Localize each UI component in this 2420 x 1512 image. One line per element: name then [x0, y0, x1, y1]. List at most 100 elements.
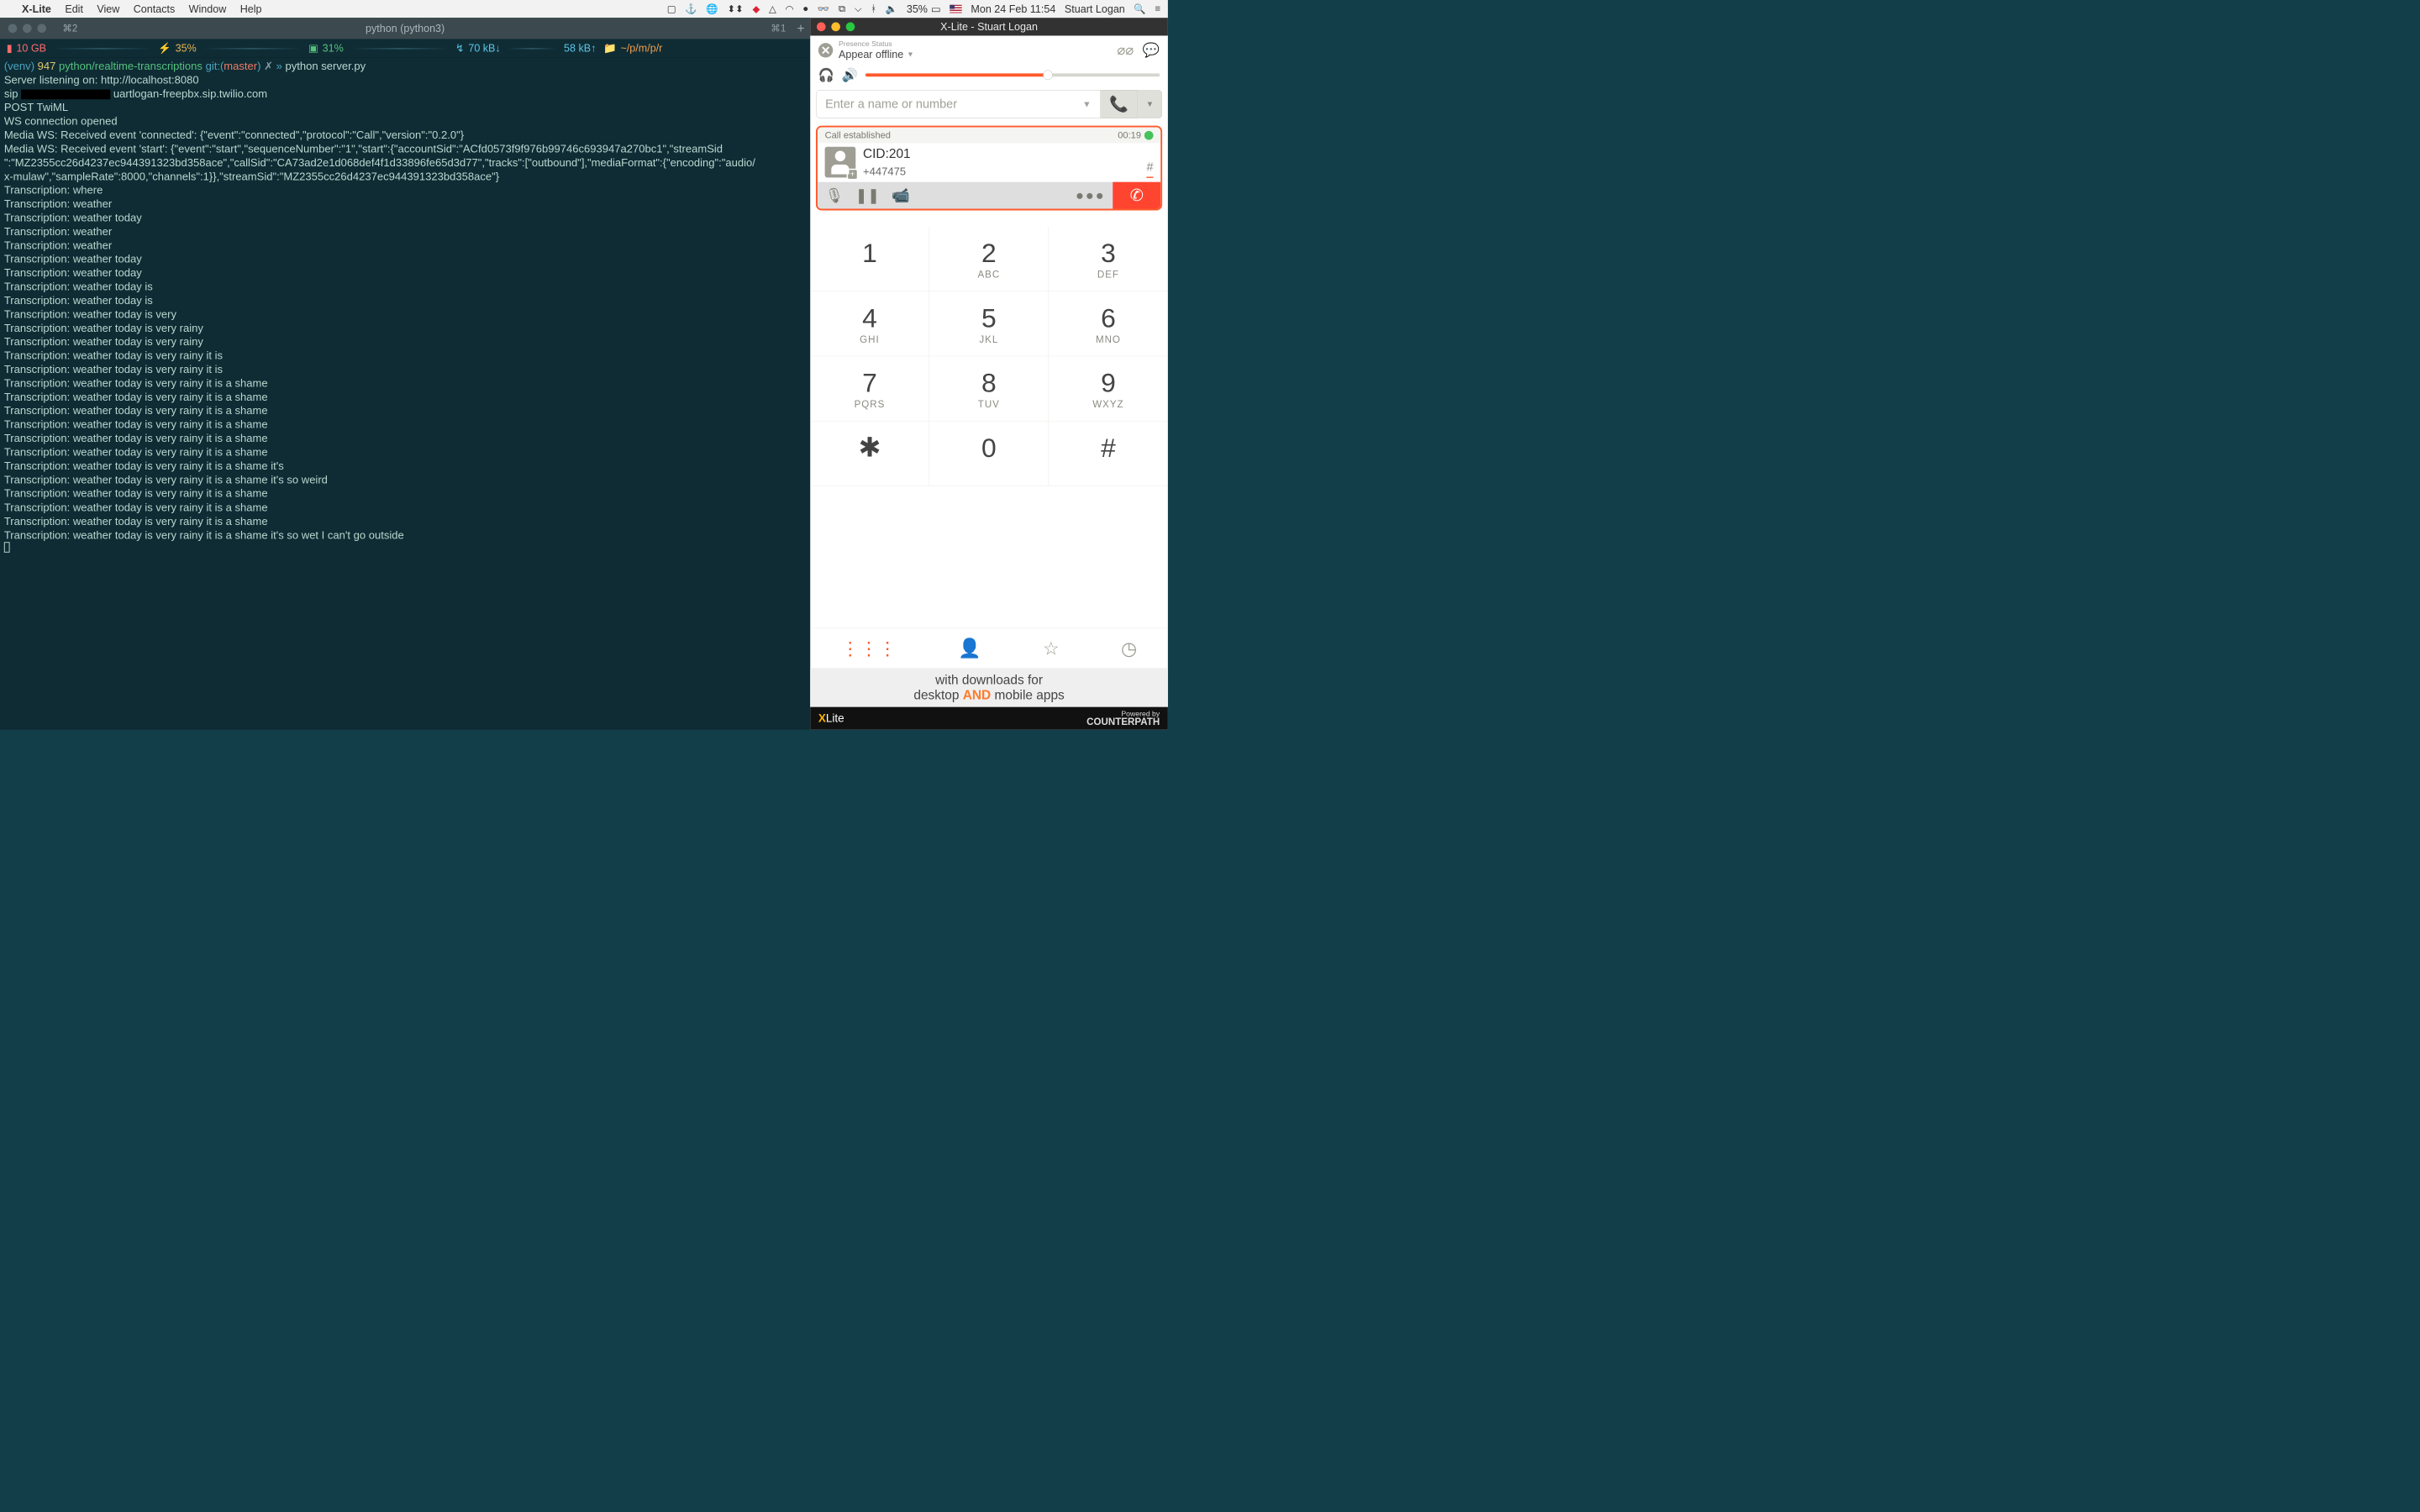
- dialpad-key-7[interactable]: 7PQRS: [810, 356, 929, 421]
- volume-slider[interactable]: [865, 73, 1160, 76]
- sparkline: [54, 43, 151, 53]
- bluetooth-icon[interactable]: ᚼ: [871, 3, 876, 15]
- caller-avatar: +: [825, 147, 856, 178]
- dialpad-key-0[interactable]: 0: [929, 421, 1049, 486]
- hash-indicator: #: [1146, 160, 1153, 178]
- caller-id: CID:201: [863, 146, 911, 161]
- docker-icon[interactable]: ⚓: [685, 3, 697, 15]
- call-status: Call established: [825, 129, 891, 140]
- call-options-dropdown[interactable]: ▼: [1138, 90, 1162, 118]
- hold-button[interactable]: ❚❚: [850, 182, 884, 209]
- active-call-card: Call established 00:19 + CID:201 +447475…: [816, 126, 1162, 211]
- wifi-icon[interactable]: ⌵: [855, 3, 862, 15]
- caller-number: +447475: [863, 165, 911, 178]
- terminal-window: ⌘2 python (python3) ⌘1 + ▮10 GB ⚡35% ▣31…: [0, 18, 810, 729]
- menu-help[interactable]: Help: [240, 3, 262, 15]
- dial-placeholder: Enter a name or number: [825, 97, 957, 111]
- xlite-window: X-Lite - Stuart Logan Presence Status Ap…: [810, 18, 1168, 729]
- notification-icon[interactable]: ◆: [752, 3, 760, 15]
- clock[interactable]: Mon 24 Feb 11:54: [971, 3, 1055, 15]
- volume-icon[interactable]: 🔈: [886, 3, 897, 15]
- minimize-icon[interactable]: [831, 23, 840, 32]
- glasses-icon[interactable]: 👓: [818, 3, 829, 15]
- stat-cpu: ▣31%: [308, 42, 344, 55]
- sparkline: [508, 43, 556, 53]
- call-button[interactable]: 📞: [1101, 90, 1138, 118]
- stat-disk: ▮10 GB: [7, 42, 46, 55]
- flag-icon[interactable]: [950, 5, 961, 13]
- promo-banner: with downloads for desktop AND mobile ap…: [810, 668, 1168, 706]
- sparkline: [350, 43, 448, 53]
- tab-favorites[interactable]: ☆: [1043, 637, 1060, 659]
- dialpad: 1 2ABC3DEF4GHI5JKL6MNO7PQRS8TUV9WXYZ✱ 0 …: [810, 227, 1168, 486]
- dialpad-key-5[interactable]: 5JKL: [929, 291, 1049, 356]
- chat-icon[interactable]: 💬: [1143, 42, 1160, 58]
- video-button[interactable]: 📹: [884, 182, 918, 209]
- dialpad-key-3[interactable]: 3DEF: [1049, 227, 1168, 291]
- headphones-icon[interactable]: ◠: [786, 3, 794, 15]
- menu-edit[interactable]: Edit: [65, 3, 83, 15]
- terminal-traffic-lights[interactable]: [8, 24, 46, 33]
- close-icon[interactable]: [817, 23, 826, 32]
- chevron-down-icon: ▼: [907, 50, 914, 59]
- call-active-icon: [1144, 131, 1154, 140]
- stat-path: 📁~/p/m/p/r: [603, 42, 662, 55]
- stat-net-up: 58 kB↑: [564, 42, 596, 55]
- user-name[interactable]: Stuart Logan: [1065, 3, 1125, 15]
- dialpad-key-6[interactable]: 6MNO: [1049, 291, 1168, 356]
- terminal-new-tab[interactable]: +: [797, 21, 804, 36]
- xlite-traffic-lights[interactable]: [817, 23, 855, 32]
- cursor-icon: [4, 542, 10, 553]
- hangup-button[interactable]: ✆: [1113, 182, 1160, 209]
- spotlight-icon[interactable]: 🔍: [1134, 3, 1145, 15]
- stat-battery: ⚡35%: [158, 42, 197, 55]
- bottom-tabbar: ⋮⋮⋮ 👤 ☆ ◷: [810, 627, 1168, 668]
- dial-input[interactable]: Enter a name or number ▼: [816, 90, 1101, 118]
- terminal-tab-shortcut: ⌘1: [771, 23, 786, 34]
- terminal-statusbar: ▮10 GB ⚡35% ▣31% ↯70 kB↓ 58 kB↑ 📁~/p/m/p…: [0, 39, 810, 57]
- dialpad-key-8[interactable]: 8TUV: [929, 356, 1049, 421]
- control-center-icon[interactable]: ≡: [1155, 3, 1160, 15]
- xlite-logo: XLite: [818, 711, 844, 724]
- menu-view[interactable]: View: [97, 3, 119, 15]
- xlite-titlebar: X-Lite - Stuart Logan: [810, 18, 1168, 35]
- xlite-title: X-Lite - Stuart Logan: [940, 20, 1038, 33]
- more-options-button[interactable]: ●●●: [1068, 187, 1113, 203]
- dialpad-key-✱[interactable]: ✱: [810, 421, 929, 486]
- presence-close-icon[interactable]: [818, 43, 833, 57]
- tab-history[interactable]: ◷: [1121, 637, 1137, 659]
- drive-icon[interactable]: △: [769, 3, 776, 15]
- call-duration: 00:19: [1118, 129, 1141, 140]
- speaker-icon[interactable]: 🔊: [842, 67, 858, 82]
- tab-contacts[interactable]: 👤: [958, 637, 981, 659]
- dialpad-key-9[interactable]: 9WXYZ: [1049, 356, 1168, 421]
- menu-app-name[interactable]: X-Lite: [22, 3, 51, 15]
- chevron-down-icon[interactable]: ▼: [1082, 99, 1092, 110]
- terminal-titlebar: ⌘2 python (python3) ⌘1 +: [0, 18, 810, 39]
- macos-menubar: X-Lite Edit View Contacts Window Help ▢ …: [0, 0, 1168, 18]
- xlite-footer: XLite Powered byCOUNTERPATH: [810, 707, 1168, 730]
- zoom-icon[interactable]: [846, 23, 855, 32]
- stat-net-down: ↯70 kB↓: [455, 42, 501, 55]
- mute-button[interactable]: 🎙: [818, 182, 851, 209]
- battery-indicator[interactable]: 35% ▭: [907, 3, 941, 15]
- add-contact-icon[interactable]: +: [847, 169, 859, 181]
- globe-icon[interactable]: 🌐: [706, 3, 718, 15]
- hat-icon[interactable]: ●: [802, 3, 808, 15]
- menu-contacts[interactable]: Contacts: [134, 3, 176, 15]
- voicemail-icon[interactable]: ⌀⌀: [1117, 42, 1134, 58]
- dialpad-key-2[interactable]: 2ABC: [929, 227, 1049, 291]
- terminal-output[interactable]: (venv) 947 python/realtime-transcription…: [0, 58, 810, 558]
- stats-icon[interactable]: ⬍⬍: [727, 3, 743, 15]
- dialpad-key-#[interactable]: #: [1049, 421, 1168, 486]
- presence-dropdown[interactable]: Appear offline▼: [839, 48, 914, 60]
- headset-icon[interactable]: 🎧: [818, 67, 834, 82]
- sparkline: [203, 43, 301, 53]
- facetime-icon[interactable]: ▢: [667, 3, 676, 15]
- dialpad-key-4[interactable]: 4GHI: [810, 291, 929, 356]
- airplay-icon[interactable]: ⧉: [839, 3, 845, 15]
- tab-dialpad[interactable]: ⋮⋮⋮: [841, 637, 897, 659]
- menu-window[interactable]: Window: [189, 3, 227, 15]
- terminal-tab[interactable]: ⌘2: [62, 23, 77, 34]
- dialpad-key-1[interactable]: 1: [810, 227, 929, 291]
